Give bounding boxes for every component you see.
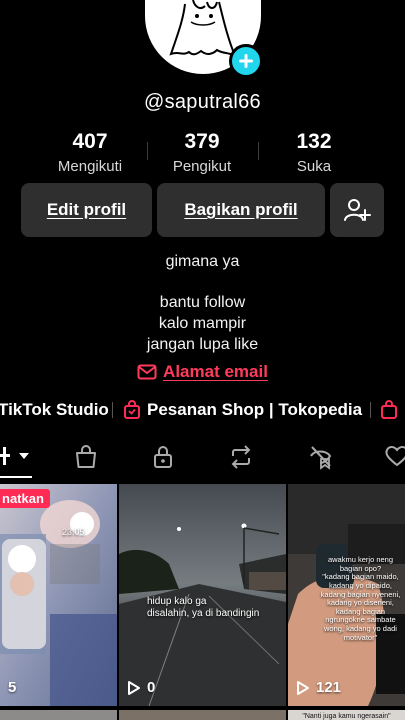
caret-down-icon	[19, 453, 29, 459]
view-count-value: 0	[147, 679, 156, 696]
plus-icon	[239, 54, 253, 68]
stat-divider	[147, 142, 148, 160]
tiktok-studio-link[interactable]: TikTok Studio	[0, 400, 109, 420]
lock-icon	[154, 446, 172, 468]
share-profile-button[interactable]: Bagikan profil	[157, 183, 325, 237]
play-icon	[297, 680, 309, 695]
bio-line: gimana ya	[165, 253, 240, 270]
repost-icon	[231, 445, 251, 469]
following-label: Mengikuti	[57, 158, 123, 175]
video-thumbnail[interactable]	[0, 710, 117, 720]
video-thumbnail-image	[119, 484, 286, 706]
likes-label: Suka	[296, 158, 332, 175]
profile-avatar[interactable]	[145, 0, 263, 78]
video-caption: "Nanti juga kamu ngerasain"	[302, 713, 391, 720]
shopping-bag-icon	[381, 400, 397, 419]
content-tabs	[0, 440, 405, 480]
profile-links-row: TikTok Studio Pesanan Shop | Tokopedia	[0, 398, 405, 422]
tab-reposts[interactable]	[228, 444, 254, 475]
video-caption: hidup kalo ga disalahin, ya di bandingin	[147, 596, 260, 619]
bio-line: kalo mampir	[158, 315, 247, 332]
shopping-bag-icon	[76, 445, 96, 468]
bio-line: bantu follow	[159, 294, 246, 311]
video-thumbnail[interactable]: hidup kalo ga disalahin, ya di bandingin…	[119, 484, 286, 706]
tab-private[interactable]	[152, 444, 174, 475]
view-count: 0	[127, 679, 155, 696]
video-thumbnail-image	[0, 484, 117, 706]
edit-profile-label: Edit profil	[46, 200, 127, 219]
grid-icon	[0, 447, 10, 465]
email-link[interactable]: Alamat email	[0, 362, 405, 382]
followers-count: 379	[184, 130, 220, 153]
stat-likes[interactable]: 132 Suka	[259, 130, 369, 175]
tiktok-studio-label: TikTok Studio	[0, 400, 109, 419]
likes-count: 132	[296, 130, 332, 153]
active-tab-indicator	[0, 476, 32, 478]
shop-orders-label: Pesanan Shop | Tokopedia	[147, 400, 363, 419]
shop-orders-link[interactable]: Pesanan Shop | Tokopedia	[123, 400, 362, 420]
username: @saputral66	[143, 91, 261, 113]
video-grid: 23:05 natkan 5 hidup kalo ga disalahin, …	[0, 484, 405, 720]
tab-hidden-saved[interactable]	[308, 444, 334, 475]
following-count: 407	[72, 130, 108, 153]
email-label: Alamat email	[163, 362, 268, 381]
view-count: 5	[8, 679, 16, 696]
bio-line: jangan lupa like	[146, 336, 259, 353]
envelope-icon	[137, 364, 157, 380]
link-divider	[370, 402, 371, 418]
video-timestamp: 23:05	[62, 527, 85, 537]
tab-shop[interactable]	[74, 444, 98, 475]
view-count: 121	[296, 679, 341, 696]
tab-videos[interactable]	[0, 444, 30, 468]
share-profile-label: Bagikan profil	[184, 200, 298, 219]
video-thumbnail[interactable]: awakmu kerjo neng bagian opo? "kadang ba…	[288, 484, 405, 706]
edit-profile-button[interactable]: Edit profil	[21, 183, 152, 237]
shopping-bag-icon	[124, 400, 140, 419]
add-friend-button[interactable]	[330, 183, 384, 237]
stat-followers[interactable]: 379 Pengikut	[147, 130, 257, 175]
profile-stats: 407 Mengikuti 379 Pengikut 132 Suka	[0, 130, 405, 178]
link-divider	[112, 402, 113, 418]
view-count-value: 121	[316, 679, 342, 696]
stat-following[interactable]: 407 Mengikuti	[35, 130, 145, 175]
video-caption: awakmu kerjo neng bagian opo? "kadang ba…	[320, 555, 401, 642]
shop-link-partial[interactable]	[380, 400, 398, 420]
followers-label: Pengikut	[172, 158, 232, 175]
play-icon	[128, 680, 140, 695]
view-count-value: 5	[8, 679, 17, 696]
eye-off-bookmark-icon	[310, 446, 332, 470]
add-avatar-button[interactable]	[229, 44, 263, 78]
person-plus-icon	[344, 199, 371, 221]
pinned-badge: natkan	[0, 489, 50, 508]
video-thumbnail[interactable]: 23:05 natkan 5	[0, 484, 117, 706]
video-thumbnail[interactable]	[119, 710, 286, 720]
video-thumbnail[interactable]: "Nanti juga kamu ngerasain"	[288, 710, 405, 720]
tab-liked[interactable]	[384, 444, 405, 473]
stat-divider	[258, 142, 259, 160]
heart-icon	[385, 446, 405, 467]
